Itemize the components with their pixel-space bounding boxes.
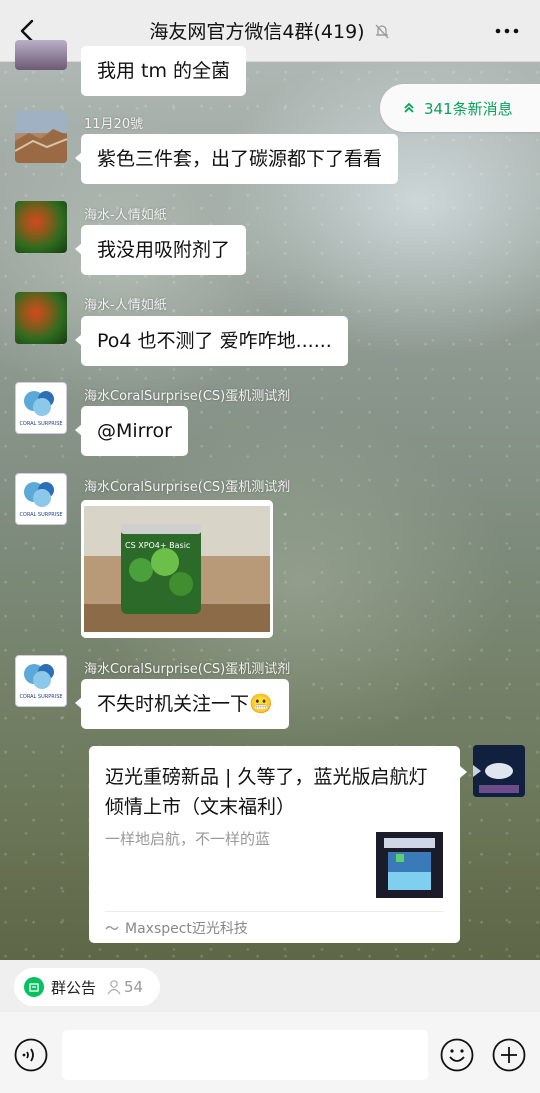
new-messages-label: 341条新消息 (424, 99, 513, 118)
article-source: Maxspect迈光科技 (105, 918, 248, 938)
avatar[interactable] (15, 111, 67, 163)
mini-program-icon (105, 926, 119, 930)
member-icon (107, 980, 121, 995)
grimace-emoji-icon: 😬 (249, 693, 273, 715)
sender-name: 海水-人情如紙 (84, 208, 167, 223)
sender-name: 海水CoralSurprise(CS)蛋机测试剂 (84, 480, 291, 495)
sender-name: 海水CoralSurprise(CS)蛋机测试剂 (84, 662, 291, 677)
sender-name: 海水-人情如紙 (84, 298, 167, 313)
test-kit-photo: CS XPO4+ Basic (81, 500, 273, 638)
svg-text:CS XPO4+ Basic: CS XPO4+ Basic (125, 541, 190, 550)
message-bubble[interactable]: Po4 也不测了 爱咋咋地...... (75, 316, 348, 366)
avatar[interactable] (15, 292, 67, 344)
bell-off-icon (375, 24, 389, 38)
article-subtitle: 一样地启航，不一样的蓝 (105, 830, 271, 848)
more-dots-icon[interactable] (492, 18, 522, 44)
article-thumbnail (376, 832, 443, 898)
notice-label: 群公告 (51, 978, 97, 997)
svg-text:CORAL SURPRISE: CORAL SURPRISE (19, 694, 62, 700)
coral-surprise-logo: CORAL SURPRISE (19, 391, 63, 427)
sender-name: 海水CoralSurprise(CS)蛋机测试剂 (84, 389, 291, 404)
member-count: 54 (124, 978, 144, 996)
article-source-name: Maxspect迈光科技 (125, 921, 248, 937)
notice-bar: 群公告 54 (0, 960, 540, 1012)
new-messages-button[interactable]: 341条新消息 (380, 84, 540, 132)
svg-text:CORAL SURPRISE: CORAL SURPRISE (19, 421, 62, 427)
avatar[interactable]: CORAL SURPRISE (15, 382, 67, 434)
emoji-icon[interactable] (440, 1038, 474, 1072)
avatar[interactable] (15, 40, 67, 70)
sender-name: 11月20號 (84, 117, 144, 132)
coral-surprise-logo: CORAL SURPRISE (19, 664, 63, 700)
message-text: 不失时机关注一下 (97, 693, 250, 715)
product-image-message[interactable]: CS XPO4+ Basic (81, 500, 273, 638)
message-bubble[interactable]: 我没用吸附剂了 (74, 225, 247, 275)
avatar[interactable] (15, 201, 67, 253)
coral-surprise-logo: CORAL SURPRISE (19, 482, 63, 518)
fish-image (473, 745, 525, 797)
message-bubble[interactable]: 不失时机关注一下😬 (75, 679, 289, 729)
article-title: 迈光重磅新品 | 久等了，蓝光版启航灯倾情上市（文末福利） (105, 766, 428, 818)
avatar[interactable]: CORAL SURPRISE (15, 655, 67, 707)
message-bubble[interactable]: @Mirror (75, 406, 188, 456)
great-wall-image (15, 111, 67, 163)
avatar[interactable]: CORAL SURPRISE (15, 473, 67, 525)
article-link-card[interactable]: 迈光重磅新品 | 久等了，蓝光版启航灯倾情上市（文末福利） 一样地启航，不一样的… (89, 746, 467, 943)
group-notice-button[interactable]: 群公告 54 (14, 968, 160, 1006)
input-bar (0, 1012, 540, 1093)
chat-title: 海友网官方微信4群(419) (149, 21, 365, 43)
notice-icon (24, 977, 44, 997)
message-input[interactable] (62, 1030, 428, 1080)
message-bubble[interactable]: 我用 tm 的全菌 (81, 46, 247, 96)
message-bubble[interactable]: 紫色三件套，出了碳源都下了看看 (74, 134, 399, 184)
plus-icon[interactable] (492, 1038, 526, 1072)
avatar[interactable] (473, 745, 525, 797)
svg-text:CORAL SURPRISE: CORAL SURPRISE (19, 512, 62, 518)
card-divider (105, 911, 444, 912)
voice-icon[interactable] (14, 1038, 48, 1072)
double-chevron-up-icon (404, 102, 414, 113)
